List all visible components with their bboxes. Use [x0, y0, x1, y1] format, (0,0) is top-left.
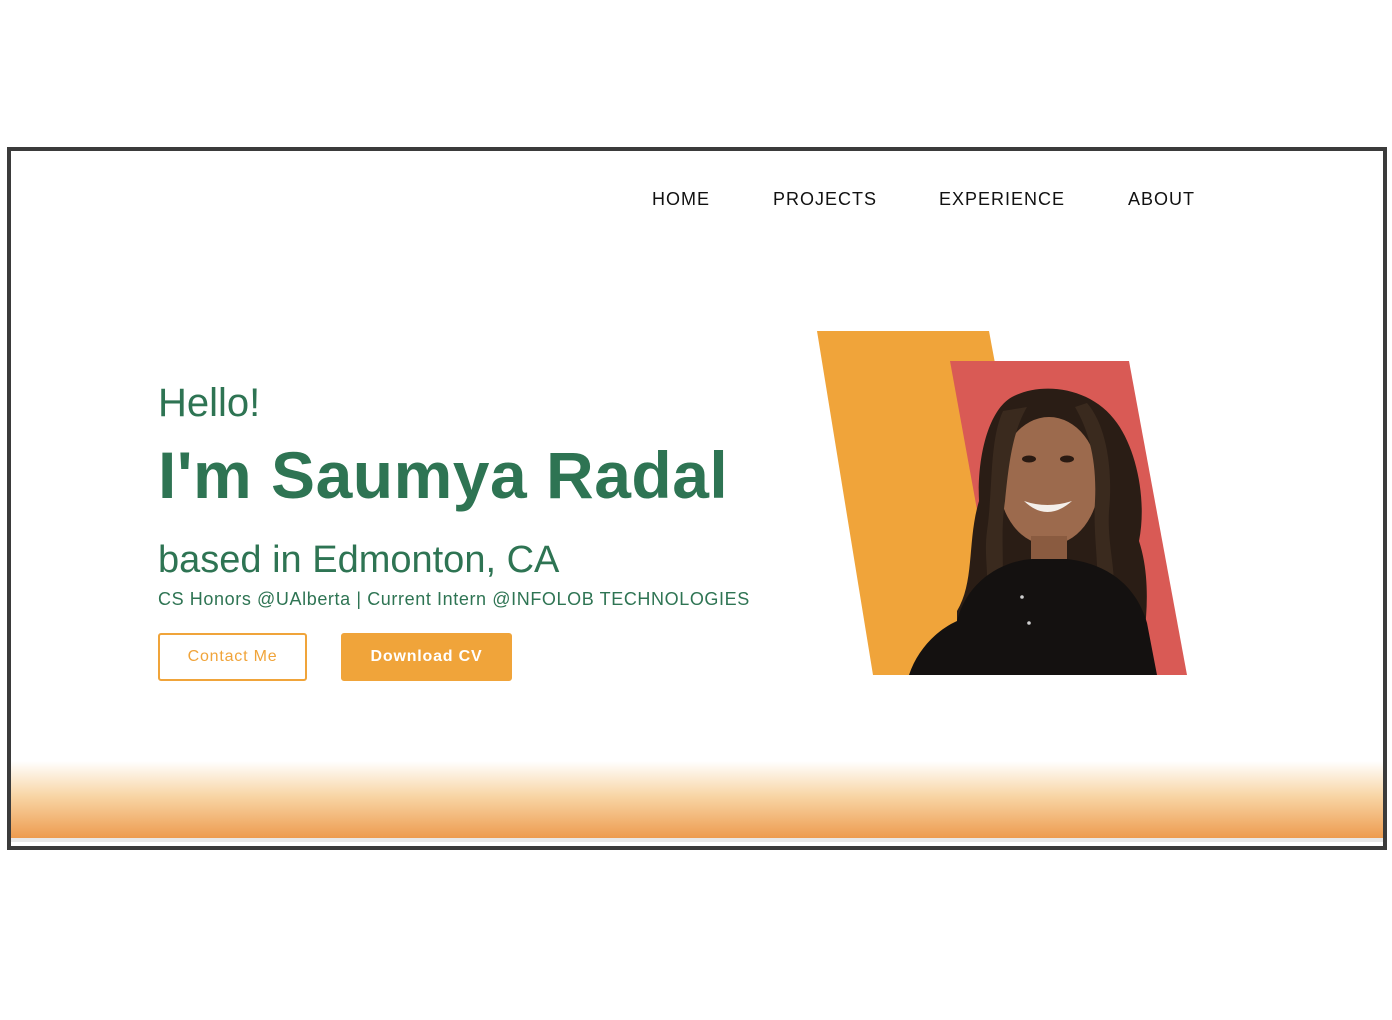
nav-projects-link[interactable]: PROJECTS: [773, 189, 877, 210]
hero-tagline: CS Honors @UAlberta | Current Intern @IN…: [158, 589, 750, 609]
hero-name: I'm Saumya Radal: [158, 438, 729, 512]
nav-about-link[interactable]: ABOUT: [1128, 189, 1195, 210]
bottom-gradient-band: [11, 761, 1383, 838]
nav-experience-link[interactable]: EXPERIENCE: [939, 189, 1065, 210]
top-nav: HOME PROJECTS EXPERIENCE ABOUT: [11, 189, 1383, 213]
nav-home-link[interactable]: HOME: [652, 189, 710, 210]
hero-portrait-art: [817, 331, 1187, 675]
hero-greeting: Hello!: [158, 381, 261, 425]
download-cv-button[interactable]: Download CV: [341, 633, 512, 681]
hero-location: based in Edmonton, CA: [158, 539, 560, 581]
bottom-divider: [11, 838, 1383, 842]
contact-me-button[interactable]: Contact Me: [158, 633, 307, 681]
browser-frame: HOME PROJECTS EXPERIENCE ABOUT Hello! I'…: [7, 147, 1387, 850]
